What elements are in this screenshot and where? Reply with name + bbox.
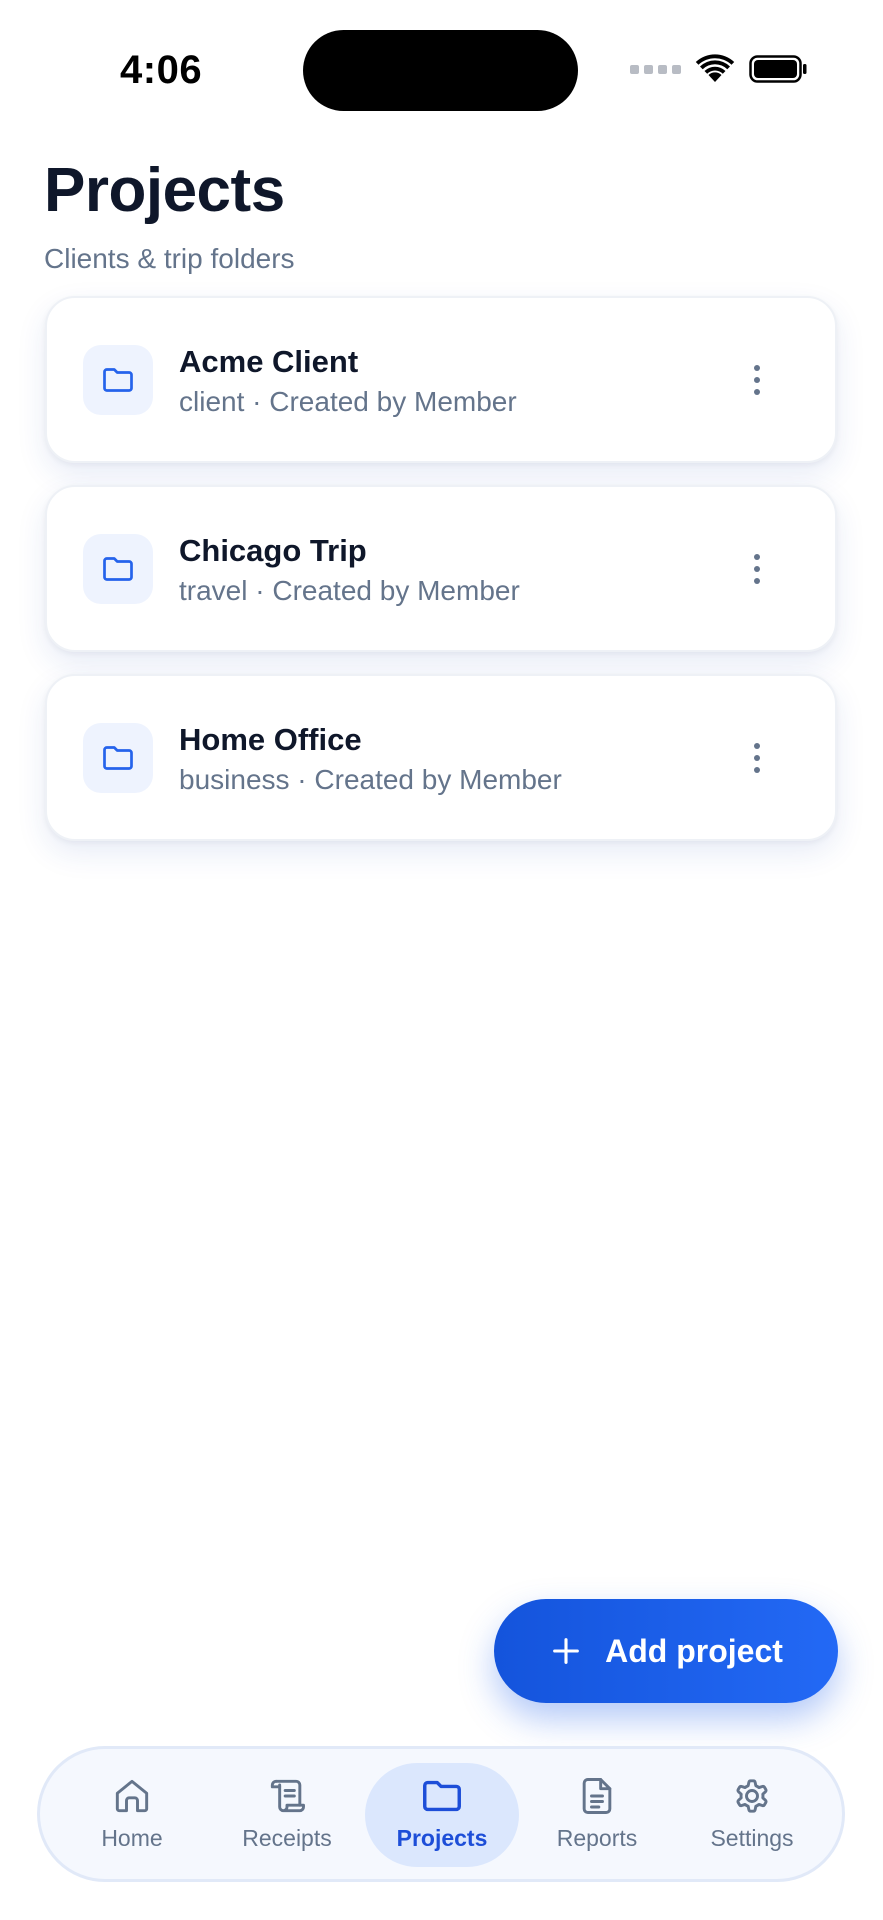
folder-icon (103, 557, 133, 581)
battery-icon (749, 55, 807, 83)
project-card-chicago-trip[interactable]: Chicago Trip travel · Created by Member (45, 485, 837, 652)
home-icon (115, 1779, 149, 1813)
project-icon-box (83, 534, 153, 604)
folder-icon (103, 746, 133, 770)
project-icon-box (83, 723, 153, 793)
wifi-icon (695, 54, 735, 82)
project-name: Chicago Trip (179, 533, 367, 568)
receipt-icon (270, 1779, 305, 1813)
dynamic-island (303, 30, 578, 111)
project-card-acme-client[interactable]: Acme Client client · Created by Member (45, 296, 837, 463)
add-project-button[interactable]: Add project (494, 1599, 838, 1703)
folder-icon (103, 368, 133, 392)
projects-screen: 4:06 Projects Clients & trip folders Acm… (0, 0, 883, 1920)
tab-reports-label: Reports (556, 1825, 638, 1851)
cellular-signal-icon (630, 64, 681, 74)
page-title: Projects (44, 156, 285, 225)
folder-icon (423, 1780, 461, 1812)
more-options-icon[interactable] (747, 543, 767, 595)
project-name: Acme Client (179, 344, 359, 379)
tab-projects[interactable]: Projects (365, 1763, 519, 1867)
document-icon (582, 1778, 612, 1814)
page-subtitle: Clients & trip folders (44, 243, 295, 274)
more-options-icon[interactable] (747, 354, 767, 406)
tab-receipts-label: Receipts (242, 1825, 332, 1851)
tab-settings-label: Settings (710, 1825, 794, 1851)
project-card-home-office[interactable]: Home Office business · Created by Member (45, 674, 837, 841)
project-name: Home Office (179, 722, 362, 757)
tab-settings[interactable]: Settings (675, 1763, 829, 1867)
tab-reports[interactable]: Reports (520, 1763, 674, 1867)
tab-home-label: Home (101, 1825, 163, 1851)
bottom-tab-bar: Home Receipts Projects Reports Settings (37, 1746, 845, 1882)
project-meta: travel · Created by Member (179, 575, 520, 606)
add-project-label: Add project (605, 1632, 783, 1669)
status-icons (630, 54, 807, 84)
project-meta: client · Created by Member (179, 386, 517, 417)
project-icon-box (83, 345, 153, 415)
gear-icon (736, 1779, 768, 1813)
plus-icon (553, 1638, 580, 1664)
more-options-icon[interactable] (747, 732, 767, 784)
tab-home[interactable]: Home (55, 1763, 209, 1867)
tab-projects-label: Projects (396, 1825, 488, 1851)
status-time: 4:06 (120, 48, 203, 92)
project-meta: business · Created by Member (179, 764, 562, 795)
tab-receipts[interactable]: Receipts (210, 1763, 364, 1867)
